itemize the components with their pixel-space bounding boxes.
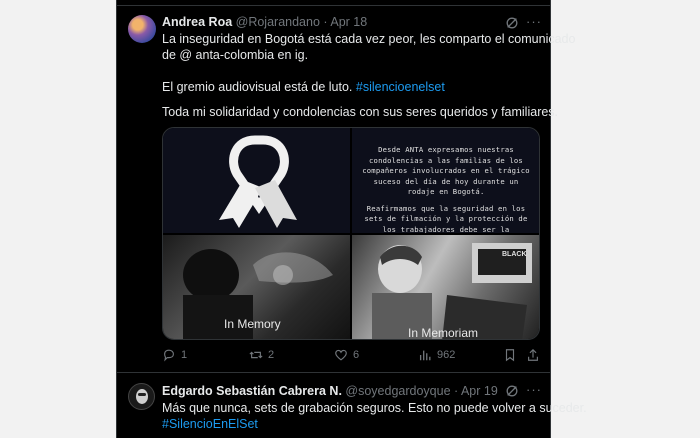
bookmark-icon (505, 349, 515, 362)
more-icon[interactable]: ··· (526, 382, 542, 397)
photo-caption: In Memory (224, 317, 281, 331)
views-count: 962 (437, 349, 456, 361)
views-icon (419, 350, 431, 361)
photo-caption: In Memoriam (408, 326, 479, 340)
top-divider (116, 5, 551, 6)
tweet-text-line: La inseguridad en Bogotá está cada vez p… (162, 32, 576, 46)
mourning-ribbon-icon (219, 135, 297, 228)
author-handle[interactable]: @soyedgardoyque (345, 384, 450, 398)
grok-icon[interactable] (505, 16, 519, 30)
retweet-button[interactable]: 2 (249, 348, 274, 362)
like-count: 6 (353, 349, 360, 361)
reply-icon (164, 349, 174, 362)
tweet-date[interactable]: · Apr 18 (323, 15, 367, 29)
tweet-text-line: Más que nunca, sets de grabación seguros… (162, 401, 587, 415)
views-button[interactable]: 962 (418, 348, 455, 362)
author-name[interactable]: Andrea Roa (162, 15, 232, 29)
tweet-text-line: de @ anta-colombia en ig. (162, 48, 309, 62)
author-handle[interactable]: @Rojarandano (236, 15, 320, 29)
statement-text: Desde ANTA expresamos nuestras condolenc… (362, 145, 530, 233)
reply-count: 1 (181, 349, 188, 361)
tweet-date[interactable]: · Apr 19 (454, 384, 498, 398)
memorial-photo-left[interactable]: In Memory (163, 235, 350, 339)
ribbon-image[interactable] (163, 128, 350, 233)
more-icon[interactable]: ··· (526, 14, 542, 29)
retweet-icon (249, 351, 263, 359)
reply-button[interactable]: 1 (162, 348, 187, 362)
left-margin (0, 0, 116, 438)
share-icon (528, 348, 538, 361)
tweet-text-span: El gremio audiovisual está de luto. (162, 80, 356, 94)
tweet-text-line: Toda mi solidaridad y condolencias con s… (162, 105, 559, 119)
action-bar: 1 2 6 962 (162, 348, 542, 364)
statement-image[interactable]: Desde ANTA expresamos nuestras condolenc… (352, 128, 539, 233)
hashtag-link[interactable]: #silencioenelset (356, 80, 445, 94)
tweet-divider (116, 372, 551, 373)
retweet-count: 2 (268, 349, 275, 361)
right-margin (551, 0, 700, 438)
author-name[interactable]: Edgardo Sebastián Cabrera N. (162, 384, 342, 398)
tweet-header: Andrea Roa @Rojarandano · Apr 18 (162, 15, 367, 29)
sign-text: BLACK (502, 251, 527, 258)
statement-paragraph: Desde ANTA expresamos nuestras condolenc… (362, 145, 530, 196)
grok-icon[interactable] (505, 384, 519, 398)
media-grid[interactable]: Desde ANTA expresamos nuestras condolenc… (162, 127, 540, 340)
tweet-header: Edgardo Sebastián Cabrera N. @soyedgardo… (162, 384, 498, 398)
memorial-photo-right[interactable]: BLACK In Memoriam (352, 235, 539, 340)
hashtag-link[interactable]: #SilencioEnElSet (162, 416, 258, 432)
bookmark-button[interactable] (503, 348, 517, 362)
heart-icon (335, 349, 347, 361)
avatar[interactable] (128, 383, 155, 410)
avatar[interactable] (128, 15, 156, 43)
statement-paragraph: Reafirmamos que la seguridad en los sets… (364, 203, 528, 234)
share-button[interactable] (526, 348, 540, 362)
tweet-text-line: El gremio audiovisual está de luto. #sil… (162, 79, 445, 95)
like-button[interactable]: 6 (334, 348, 359, 362)
